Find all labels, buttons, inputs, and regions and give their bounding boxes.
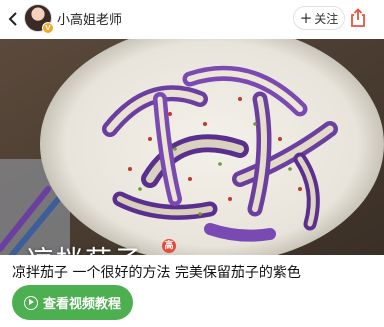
dish-title-overlay: 凉拌茄子 [27,239,143,255]
play-icon [23,295,38,310]
recipe-cover-image[interactable]: 凉拌茄子 高 [0,39,384,255]
chevron-left-icon [8,12,17,26]
follow-button[interactable]: + 关注 [293,6,345,30]
plus-icon: + [299,9,313,27]
verified-badge: V [42,22,54,34]
top-bar: V 小高姐老师 + 关注 [0,0,384,38]
seal-stamp: 高 [162,239,176,253]
avatar[interactable]: V [24,4,54,34]
author-name[interactable]: 小高姐老师 [57,9,122,28]
recipe-subtitle: 凉拌茄子 一个很好的方法 完美保留茄子的紫色 [12,265,301,281]
watch-video-label: 查看视频教程 [42,297,121,312]
share-button[interactable] [348,6,368,30]
eggplant-dish-photo [0,39,384,255]
back-button[interactable] [4,8,22,30]
watch-video-button[interactable]: 查看视频教程 [12,285,133,320]
share-icon [351,8,365,27]
follow-label: 关注 [314,11,339,26]
